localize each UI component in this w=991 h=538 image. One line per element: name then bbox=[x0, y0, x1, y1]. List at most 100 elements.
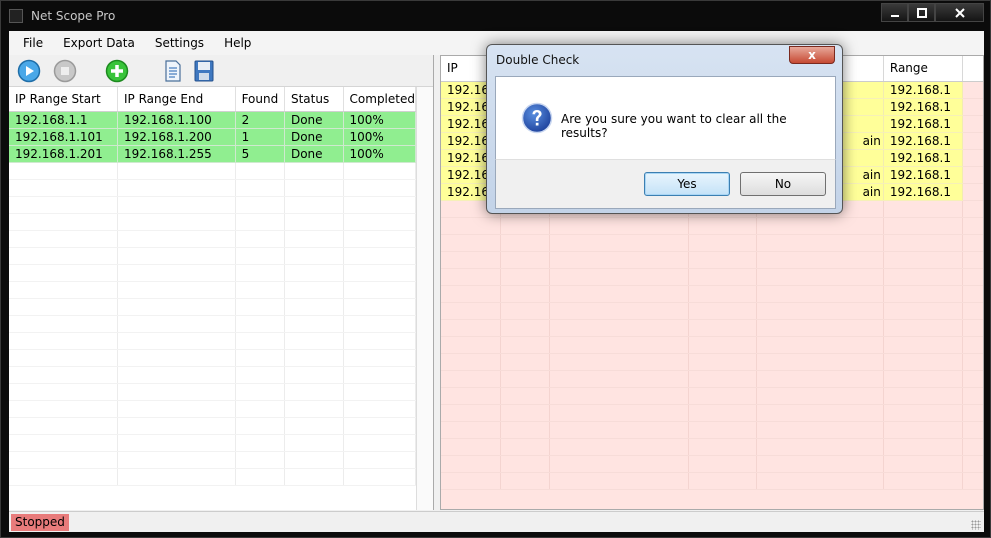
empty-row bbox=[441, 268, 983, 286]
no-button[interactable]: No bbox=[740, 172, 826, 196]
empty-row bbox=[441, 421, 983, 439]
empty-row bbox=[441, 455, 983, 473]
empty-row bbox=[9, 247, 417, 265]
cell-end: 192.168.1.200 bbox=[117, 128, 236, 146]
empty-row bbox=[9, 213, 417, 231]
cell-found: 1 bbox=[235, 128, 285, 146]
maximize-button[interactable] bbox=[908, 3, 935, 22]
cell-range: 192.168.1 bbox=[883, 98, 964, 116]
ranges-pane: IP Range Start IP Range End Found Status… bbox=[9, 55, 434, 510]
menu-settings[interactable]: Settings bbox=[145, 31, 214, 55]
empty-row bbox=[9, 162, 417, 180]
minimize-icon bbox=[890, 14, 899, 17]
col-status[interactable]: Status bbox=[284, 87, 344, 112]
empty-row bbox=[441, 319, 983, 337]
dialog-footer: Yes No bbox=[495, 159, 836, 209]
cell-found: 5 bbox=[235, 145, 285, 163]
app-icon bbox=[9, 9, 23, 23]
question-icon bbox=[521, 102, 553, 134]
menu-export-data[interactable]: Export Data bbox=[53, 31, 145, 55]
empty-row bbox=[9, 400, 417, 418]
empty-row bbox=[9, 264, 417, 282]
cell-range: 192.168.1 bbox=[883, 166, 964, 184]
col-ip-range-end[interactable]: IP Range End bbox=[117, 87, 236, 112]
ranges-scrollbar[interactable] bbox=[416, 87, 433, 510]
empty-row bbox=[9, 349, 417, 367]
col-completed[interactable]: Completed bbox=[343, 87, 417, 112]
maximize-icon bbox=[916, 7, 927, 18]
table-row[interactable]: 192.168.1.101 192.168.1.200 1 Done 100% bbox=[9, 128, 417, 146]
resize-grip-icon[interactable] bbox=[971, 520, 981, 530]
cell-completed: 100% bbox=[343, 145, 417, 163]
status-badge: Stopped bbox=[11, 514, 69, 531]
dialog-title: Double Check bbox=[496, 53, 580, 67]
empty-row bbox=[9, 417, 417, 435]
empty-row bbox=[441, 438, 983, 456]
ranges-table: IP Range Start IP Range End Found Status… bbox=[9, 87, 417, 486]
menu-help[interactable]: Help bbox=[214, 31, 261, 55]
col-found[interactable]: Found bbox=[235, 87, 285, 112]
empty-row bbox=[441, 370, 983, 388]
cell-range: 192.168.1 bbox=[883, 183, 964, 201]
close-icon bbox=[954, 7, 965, 18]
stop-scan-icon[interactable] bbox=[53, 59, 77, 83]
empty-row bbox=[441, 217, 983, 235]
cell-start: 192.168.1.101 bbox=[9, 128, 118, 146]
empty-row bbox=[9, 196, 417, 214]
empty-row bbox=[9, 230, 417, 248]
empty-row bbox=[9, 298, 417, 316]
empty-row bbox=[441, 404, 983, 422]
empty-row bbox=[9, 366, 417, 384]
table-row[interactable]: 192.168.1.1 192.168.1.100 2 Done 100% bbox=[9, 111, 417, 129]
status-bar: Stopped bbox=[9, 511, 984, 532]
empty-row bbox=[9, 434, 417, 452]
cell-status: Done bbox=[284, 111, 344, 129]
empty-row bbox=[9, 451, 417, 469]
empty-row bbox=[441, 234, 983, 252]
col-range[interactable]: Range bbox=[883, 56, 964, 82]
play-scan-icon[interactable] bbox=[17, 59, 41, 83]
close-icon: x bbox=[808, 48, 816, 62]
toolbar bbox=[9, 55, 433, 87]
cell-start: 192.168.1.1 bbox=[9, 111, 118, 129]
title-bar[interactable]: Net Scope Pro bbox=[1, 1, 990, 31]
empty-row bbox=[9, 468, 417, 486]
empty-row bbox=[441, 353, 983, 371]
col-ip-range-start[interactable]: IP Range Start bbox=[9, 87, 118, 112]
cell-range: 192.168.1 bbox=[883, 149, 964, 167]
add-range-icon[interactable] bbox=[105, 59, 129, 83]
empty-row bbox=[9, 332, 417, 350]
dialog-close-button[interactable]: x bbox=[789, 46, 835, 64]
empty-row bbox=[9, 179, 417, 197]
cell-start: 192.168.1.201 bbox=[9, 145, 118, 163]
empty-row bbox=[9, 383, 417, 401]
ranges-header-row: IP Range Start IP Range End Found Status… bbox=[9, 87, 417, 112]
cell-status: Done bbox=[284, 128, 344, 146]
minimize-button[interactable] bbox=[881, 3, 908, 22]
empty-row bbox=[9, 315, 417, 333]
dialog-message: Are you sure you want to clear all the r… bbox=[561, 112, 787, 140]
dialog-body: Are you sure you want to clear all the r… bbox=[495, 76, 836, 159]
empty-row bbox=[9, 281, 417, 299]
cell-end: 192.168.1.100 bbox=[117, 111, 236, 129]
table-row[interactable]: 192.168.1.201 192.168.1.255 5 Done 100% bbox=[9, 145, 417, 163]
cell-status: Done bbox=[284, 145, 344, 163]
empty-row bbox=[441, 387, 983, 405]
cell-completed: 100% bbox=[343, 111, 417, 129]
empty-row bbox=[441, 472, 983, 490]
col-filler bbox=[962, 56, 983, 82]
empty-row bbox=[441, 251, 983, 269]
window-title: Net Scope Pro bbox=[31, 9, 116, 23]
cell-found: 2 bbox=[235, 111, 285, 129]
cell-completed: 100% bbox=[343, 128, 417, 146]
empty-row bbox=[441, 302, 983, 320]
save-icon[interactable] bbox=[192, 59, 216, 83]
close-window-button[interactable] bbox=[935, 3, 984, 22]
cell-range: 192.168.1 bbox=[883, 81, 964, 99]
cell-end: 192.168.1.255 bbox=[117, 145, 236, 163]
cell-range: 192.168.1 bbox=[883, 132, 964, 150]
yes-button[interactable]: Yes bbox=[644, 172, 730, 196]
double-check-dialog: Double Check x Are you sure you want to … bbox=[486, 44, 843, 214]
document-icon[interactable] bbox=[161, 59, 185, 83]
menu-file[interactable]: File bbox=[9, 31, 53, 55]
